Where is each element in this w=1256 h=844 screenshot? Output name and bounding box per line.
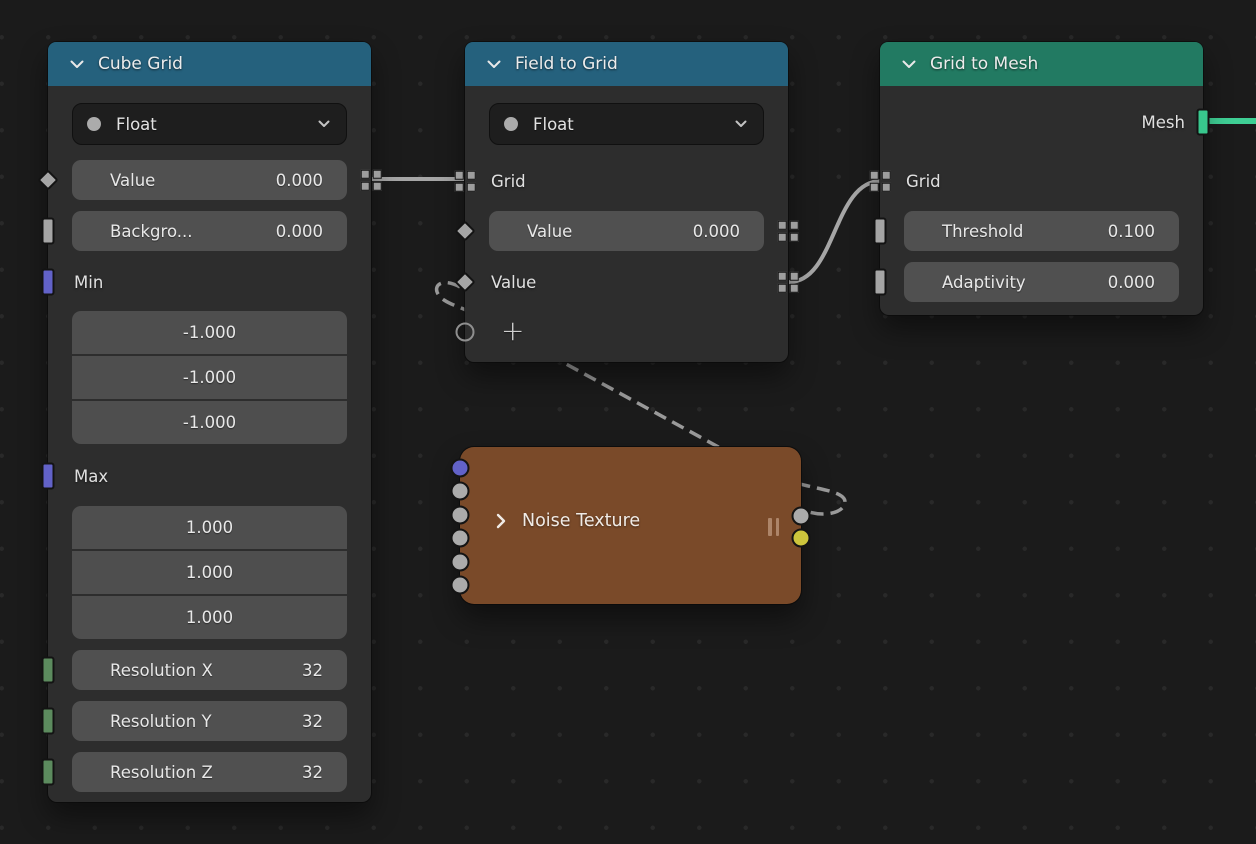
wire-fieldtogrid-to-gridtomesh[interactable] xyxy=(789,181,881,282)
resolution-y-input-socket[interactable] xyxy=(42,708,55,735)
node-title: Grid to Mesh xyxy=(930,54,1038,74)
field-label: Backgro... xyxy=(110,222,193,241)
node-noise-texture[interactable]: Noise Texture xyxy=(460,447,801,604)
mesh-output-label: Mesh xyxy=(1142,107,1185,137)
field-label: Adaptivity xyxy=(942,273,1026,292)
add-item-plus-icon[interactable]: + xyxy=(501,317,524,345)
field-value: 0.000 xyxy=(276,222,323,241)
node-grip-bars-icon xyxy=(768,518,779,536)
noise-input-socket-4[interactable] xyxy=(451,529,470,548)
field-value: 32 xyxy=(302,661,323,680)
resolution-x-input-socket[interactable] xyxy=(42,657,55,684)
grid-input-socket[interactable] xyxy=(455,171,476,192)
max-z-field[interactable]: 1.000 xyxy=(72,596,347,639)
extend-input-socket[interactable] xyxy=(456,323,475,342)
field-label: Resolution X xyxy=(110,661,213,680)
noise-input-socket-2[interactable] xyxy=(451,482,470,501)
field-value: 0.000 xyxy=(1108,273,1155,292)
resolution-z-input-socket[interactable] xyxy=(42,759,55,786)
data-type-dropdown[interactable]: Float xyxy=(72,103,347,145)
noise-output-socket-color[interactable] xyxy=(792,529,811,548)
grid-socket-label: Grid xyxy=(491,166,526,196)
max-input-socket[interactable] xyxy=(42,463,55,490)
field-label: Resolution Z xyxy=(110,763,213,782)
threshold-input-socket[interactable] xyxy=(874,218,887,245)
min-z-field[interactable]: -1.000 xyxy=(72,401,347,444)
resolution-x-field[interactable]: Resolution X 32 xyxy=(72,650,347,690)
value-field[interactable]: Value 0.000 xyxy=(489,211,764,251)
background-input-socket[interactable] xyxy=(42,218,55,245)
adaptivity-input-socket[interactable] xyxy=(874,269,887,296)
node-title: Noise Texture xyxy=(522,511,640,531)
max-socket-label: Max xyxy=(74,461,108,491)
background-field[interactable]: Backgro... 0.000 xyxy=(72,211,347,251)
data-type-value: Float xyxy=(533,115,720,134)
threshold-field[interactable]: Threshold 0.100 xyxy=(904,211,1179,251)
max-x-field[interactable]: 1.000 xyxy=(72,506,347,549)
mesh-output-socket[interactable] xyxy=(1197,109,1210,136)
noise-input-socket-vector[interactable] xyxy=(451,459,470,478)
value-socket-label: Value xyxy=(491,267,536,297)
data-type-dropdown[interactable]: Float xyxy=(489,103,764,145)
expand-chevron-right-icon[interactable] xyxy=(496,513,506,529)
dropdown-chevron-icon xyxy=(318,120,330,128)
min-vector-fields: -1.000 -1.000 -1.000 xyxy=(72,311,347,444)
min-y-field[interactable]: -1.000 xyxy=(72,356,347,399)
noise-input-socket-3[interactable] xyxy=(451,506,470,525)
node-cube-grid[interactable]: Cube Grid Float Value 0.000 Backgro... 0… xyxy=(48,42,371,802)
noise-output-socket-gray[interactable] xyxy=(792,507,811,526)
min-socket-label: Min xyxy=(74,267,103,297)
float-socket-icon xyxy=(87,117,101,131)
grid-input-socket[interactable] xyxy=(870,171,891,192)
noise-input-socket-5[interactable] xyxy=(451,553,470,572)
resolution-y-field[interactable]: Resolution Y 32 xyxy=(72,701,347,741)
node-title: Cube Grid xyxy=(98,54,183,74)
field-value: 0.000 xyxy=(693,222,740,241)
data-type-value: Float xyxy=(116,115,303,134)
adaptivity-field[interactable]: Adaptivity 0.000 xyxy=(904,262,1179,302)
field-value: 32 xyxy=(302,763,323,782)
field-label: Value xyxy=(110,171,155,190)
field-label: Value xyxy=(527,222,572,241)
field-label: Resolution Y xyxy=(110,712,212,731)
grid-socket-label: Grid xyxy=(906,166,941,196)
collapse-chevron-down-icon[interactable] xyxy=(902,60,916,69)
node-title: Field to Grid xyxy=(515,54,618,74)
field-value: 32 xyxy=(302,712,323,731)
min-x-field[interactable]: -1.000 xyxy=(72,311,347,354)
resolution-z-field[interactable]: Resolution Z 32 xyxy=(72,752,347,792)
value-grid-output-socket-2[interactable] xyxy=(778,272,799,293)
value-grid-output-socket[interactable] xyxy=(361,170,382,191)
field-to-grid-header[interactable]: Field to Grid xyxy=(465,42,788,86)
value-grid-output-socket-1[interactable] xyxy=(778,221,799,242)
max-vector-fields: 1.000 1.000 1.000 xyxy=(72,506,347,639)
cube-grid-header[interactable]: Cube Grid xyxy=(48,42,371,86)
node-field-to-grid[interactable]: Field to Grid Float Grid Value 0.000 Val… xyxy=(465,42,788,362)
field-value: 0.000 xyxy=(276,171,323,190)
node-grid-to-mesh[interactable]: Grid to Mesh Mesh Grid Threshold 0.100 A… xyxy=(880,42,1203,315)
collapse-chevron-down-icon[interactable] xyxy=(487,60,501,69)
value-field[interactable]: Value 0.000 xyxy=(72,160,347,200)
max-y-field[interactable]: 1.000 xyxy=(72,551,347,594)
noise-input-socket-6[interactable] xyxy=(451,576,470,595)
grid-to-mesh-header[interactable]: Grid to Mesh xyxy=(880,42,1203,86)
float-socket-icon xyxy=(504,117,518,131)
field-label: Threshold xyxy=(942,222,1023,241)
field-value: 0.100 xyxy=(1108,222,1155,241)
dropdown-chevron-icon xyxy=(735,120,747,128)
min-input-socket[interactable] xyxy=(42,269,55,296)
collapse-chevron-down-icon[interactable] xyxy=(70,60,84,69)
